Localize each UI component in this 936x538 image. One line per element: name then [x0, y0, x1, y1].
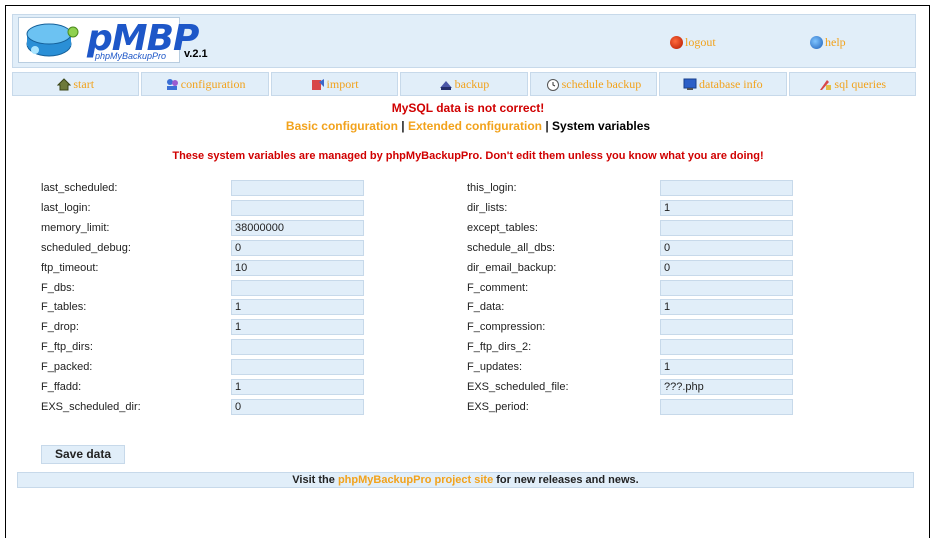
tab-schedule-backup[interactable]: schedule backup [529, 72, 658, 96]
tab-database-info-label: database info [699, 76, 763, 91]
variable-label: this_login: [467, 182, 517, 194]
variable-label: F_ftp_dirs_2: [467, 341, 532, 353]
variable-label: last_login: [41, 202, 91, 214]
variable-input[interactable] [231, 399, 364, 415]
variable-input[interactable] [660, 280, 793, 296]
variable-input[interactable] [660, 220, 793, 236]
db-cylinder-icon [26, 23, 79, 57]
project-site-link[interactable]: phpMyBackupPro project site [338, 474, 493, 486]
variable-input[interactable] [231, 220, 364, 236]
variable-label: scheduled_debug: [41, 242, 131, 254]
variable-input[interactable] [231, 200, 364, 216]
variable-label: F_compression: [467, 321, 546, 333]
help-icon [810, 36, 823, 49]
variable-label: EXS_scheduled_file: [467, 381, 569, 393]
variable-label: F_dbs: [41, 282, 75, 294]
logo-subtitle: phpMyBackupPro [95, 51, 167, 61]
variable-label: F_packed: [41, 361, 93, 373]
variable-label: F_drop: [41, 321, 79, 333]
logout-link[interactable]: logout [670, 35, 716, 50]
variable-label: F_tables: [41, 301, 87, 313]
error-message: MySQL data is not correct! [391, 101, 545, 115]
help-link[interactable]: help [810, 35, 846, 50]
variable-input[interactable] [231, 339, 364, 355]
footer-suffix: for new releases and news. [493, 474, 639, 486]
tab-sql-queries-label: sql queries [834, 76, 887, 91]
variable-input[interactable] [231, 379, 364, 395]
power-icon [670, 36, 683, 49]
tab-backup[interactable]: backup [400, 72, 528, 96]
variable-label: EXS_scheduled_dir: [41, 401, 141, 413]
variable-label: F_comment: [467, 282, 529, 294]
tab-backup-label: backup [454, 76, 490, 91]
variable-label: ftp_timeout: [41, 262, 99, 274]
variable-label: except_tables: [467, 222, 538, 234]
variable-input[interactable] [660, 379, 793, 395]
tab-import[interactable]: import [270, 72, 399, 96]
home-icon [57, 77, 72, 90]
variable-label: dir_email_backup: [467, 262, 557, 274]
tab-start-label: start [73, 76, 95, 91]
variable-input[interactable] [660, 200, 793, 216]
basic-configuration-link[interactable]: Basic configuration [286, 119, 398, 133]
tab-sql-queries[interactable]: sql queries [788, 72, 916, 96]
footer-prefix: Visit the [292, 474, 338, 486]
tab-configuration-label: configuration [180, 76, 246, 91]
variable-input[interactable] [231, 280, 364, 296]
variable-input[interactable] [660, 359, 793, 375]
variable-input[interactable] [231, 299, 364, 315]
variable-label: EXS_period: [467, 401, 529, 413]
database-icon [683, 78, 697, 90]
import-icon [311, 78, 324, 90]
variable-input[interactable] [660, 180, 793, 196]
help-label: help [825, 35, 846, 49]
logout-label: logout [685, 35, 716, 49]
tab-import-label: import [326, 76, 359, 91]
variable-input[interactable] [660, 299, 793, 315]
tab-schedule-backup-label: schedule backup [561, 76, 642, 91]
variable-input[interactable] [660, 240, 793, 256]
footer: Visit the phpMyBackupPro project site fo… [17, 472, 914, 488]
main-tabs: start configuration import backup schedu… [12, 72, 916, 96]
subnav-separator: | [541, 119, 553, 133]
warning-message: These system variables are managed by ph… [172, 150, 764, 162]
extended-configuration-link[interactable]: Extended configuration [408, 119, 542, 133]
save-data-button[interactable]: Save data [41, 445, 125, 464]
tab-database-info[interactable]: database info [659, 72, 787, 96]
variable-input[interactable] [231, 180, 364, 196]
clock-icon [546, 78, 559, 91]
variable-label: F_updates: [467, 361, 523, 373]
variable-input[interactable] [231, 260, 364, 276]
tab-start[interactable]: start [12, 72, 140, 96]
variable-label: schedule_all_dbs: [467, 242, 556, 254]
sql-icon [820, 79, 832, 90]
variable-input[interactable] [231, 240, 364, 256]
version-label: v.2.1 [184, 48, 208, 60]
people-icon [166, 78, 178, 90]
variable-input[interactable] [231, 359, 364, 375]
variable-input[interactable] [660, 260, 793, 276]
variable-label: F_ffadd: [41, 381, 82, 393]
backup-icon [439, 80, 452, 90]
variable-input[interactable] [660, 399, 793, 415]
system-variables-current: System variables [552, 119, 651, 133]
variable-label: last_scheduled: [41, 182, 118, 194]
variable-input[interactable] [231, 319, 364, 335]
variable-input[interactable] [660, 339, 793, 355]
subnav-separator: | [397, 119, 408, 133]
tab-configuration[interactable]: configuration [141, 72, 269, 96]
variable-label: F_ftp_dirs: [41, 341, 93, 353]
variable-input[interactable] [660, 319, 793, 335]
config-subnav: Basic configuration | Extended configura… [0, 119, 936, 133]
variable-label: dir_lists: [467, 202, 508, 214]
variable-label: memory_limit: [41, 222, 110, 234]
logo: pMBP phpMyBackupPro [18, 17, 199, 63]
variable-label: F_data: [467, 301, 505, 313]
